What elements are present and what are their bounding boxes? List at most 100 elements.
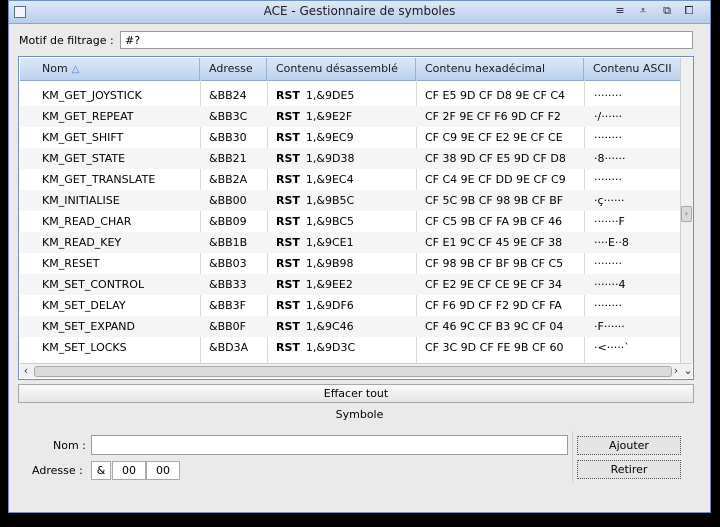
cell-hex: CF 3C 9D CF FE 9B CF 60 <box>425 341 564 354</box>
cell-opcode: RST <box>276 131 300 144</box>
table-row[interactable]: KM_GET_JOYSTICK &BB24 RST 1,&9DE5 CF E5 9D C… <box>20 85 682 106</box>
cell-ascii: ·······4 <box>594 278 626 291</box>
table-row[interactable]: KM_RESET &BB03 RST 1,&9B98 CF 98 9B CF BF 9B… <box>20 253 682 274</box>
cell-opcode: RST <box>276 89 300 102</box>
table-row[interactable]: KM_SET_EXPAND &BB0F RST 1,&9C46 CF 46 9C CF … <box>20 316 682 337</box>
cell-address: &BB3C <box>209 110 248 123</box>
cell-hex: CF E5 9D CF D8 9E CF C4 <box>425 89 566 102</box>
cell-disassembly: RST 1,&9CE1 <box>276 232 414 253</box>
symbol-manager-window: ACE - Gestionnaire de symboles ≡ ⩡ ⧉ ⧠ M… <box>8 0 711 513</box>
address-low-byte-input[interactable]: 00 <box>146 461 180 480</box>
cell-address: &BB0F <box>209 320 246 333</box>
clear-all-button[interactable]: Effacer tout <box>18 384 694 403</box>
table-row[interactable]: KM_GET_REPEAT &BB3C RST 1,&9E2F CF 2F 9E CF … <box>20 106 682 127</box>
scroll-down-icon[interactable]: ⌄ <box>682 364 693 378</box>
divider <box>572 431 573 483</box>
cell-operand: 1,&9B5C <box>305 194 355 207</box>
address-prefix: & <box>91 461 111 480</box>
name-input[interactable] <box>91 435 568 455</box>
vertical-scroll-thumb[interactable]: › <box>681 206 692 222</box>
cell-hex: CF C5 9B CF FA 9B CF 46 <box>425 215 563 228</box>
cell-operand: 1,&9E2F <box>305 110 353 123</box>
cell-opcode: RST <box>276 236 300 249</box>
cell-name: KM_GET_JOYSTICK <box>42 89 142 102</box>
table-row[interactable]: KM_GET_TRANSLATE &BB2A RST 1,&9EC4 CF C4 9E … <box>20 169 682 190</box>
cell-ascii: ········ <box>594 173 622 186</box>
cell-name: KM_GET_STATE <box>42 152 126 165</box>
cell-address: &BB1B <box>209 236 248 249</box>
table-row[interactable]: KM_SET_CONTROL &BB33 RST 1,&9EE2 CF E2 9E CF… <box>20 274 682 295</box>
cell-disassembly: RST 1,&9DE5 <box>276 85 414 106</box>
filter-input[interactable] <box>120 31 693 49</box>
horizontal-scrollbar[interactable]: ‹ › ⌄ <box>20 363 693 378</box>
horizontal-scroll-thumb[interactable] <box>34 366 672 377</box>
column-header-name[interactable]: Nom △ <box>20 58 200 80</box>
cell-operand: 1,&9D3C <box>305 341 356 354</box>
maximize-icon[interactable]: ⧠ <box>682 4 696 18</box>
table-row[interactable]: KM_SET_LOCKS &BD3A RST 1,&9D3C CF 3C 9D CF F… <box>20 337 682 358</box>
cell-name: KM_GET_TRANSLATE <box>42 173 156 186</box>
table-row[interactable]: KM_READ_KEY &BB1B RST 1,&9CE1 CF E1 9C CF 45… <box>20 232 682 253</box>
cell-hex: CF 2F 9E CF F6 9D CF F2 <box>425 110 561 123</box>
cell-operand: 1,&9EC9 <box>305 131 354 144</box>
table-row[interactable]: KM_SET_DELAY &BB3F RST 1,&9DF6 CF F6 9D CF F… <box>20 295 682 316</box>
column-header-disassembly[interactable]: Contenu désassemblé <box>267 58 416 80</box>
add-button[interactable]: Ajouter <box>577 436 681 455</box>
cell-hex: CF E1 9C CF 45 9E CF 38 <box>425 236 563 249</box>
cell-disassembly: RST 1,&9BC5 <box>276 211 414 232</box>
cell-operand: 1,&9DE5 <box>305 89 355 102</box>
cell-name: KM_SET_CONTROL <box>42 278 145 291</box>
cell-operand: 1,&9B98 <box>305 257 354 270</box>
cell-address: &BB3F <box>209 299 246 312</box>
table-row[interactable]: KM_READ_CHAR &BB09 RST 1,&9BC5 CF C5 9B CF F… <box>20 211 682 232</box>
menu-icon[interactable]: ≡ <box>613 4 627 18</box>
cell-operand: 1,&9C46 <box>305 320 354 333</box>
cell-address: &BD3A <box>209 341 249 354</box>
table-row[interactable]: KM_INITIALISE &BB00 RST 1,&9B5C CF 5C 9B CF … <box>20 190 682 211</box>
cell-ascii: ·······F <box>594 215 625 228</box>
symbol-table[interactable]: Nom △ Adresse Contenu désassemblé Contenu… <box>18 56 694 380</box>
cell-opcode: RST <box>276 194 300 207</box>
cell-opcode: RST <box>276 320 300 333</box>
column-header-name-label: Nom <box>42 62 68 75</box>
minimize-icon[interactable]: ⩡ <box>636 4 650 18</box>
vertical-scrollbar[interactable]: › <box>680 58 693 363</box>
sort-ascending-icon: △ <box>71 64 80 75</box>
cell-ascii: ·F······ <box>594 320 625 333</box>
column-header-ascii[interactable]: Contenu ASCII <box>584 58 682 80</box>
cell-address: &BB33 <box>209 278 247 291</box>
cell-disassembly: RST 1,&9C46 <box>276 316 414 337</box>
restore-icon[interactable]: ⧉ <box>660 4 674 18</box>
cell-name: KM_READ_KEY <box>42 236 122 249</box>
cell-ascii: ········ <box>594 257 622 270</box>
cell-address: &BB09 <box>209 215 247 228</box>
table-header: Nom △ Adresse Contenu désassemblé Contenu… <box>20 58 682 81</box>
scroll-right-icon[interactable]: › <box>670 364 682 378</box>
cell-name: KM_GET_SHIFT <box>42 131 124 144</box>
cell-hex: CF 46 9C CF B3 9C CF 04 <box>425 320 564 333</box>
cell-operand: 1,&9DF6 <box>305 299 354 312</box>
cell-disassembly: RST 1,&9B5C <box>276 190 414 211</box>
cell-opcode: RST <box>276 257 300 270</box>
cell-name: KM_SET_EXPAND <box>42 320 135 333</box>
cell-disassembly: RST 1,&9E2F <box>276 106 414 127</box>
cell-disassembly: RST 1,&9D38 <box>276 148 414 169</box>
filter-label: Motif de filtrage : <box>19 34 114 47</box>
table-row[interactable]: KM_GET_STATE &BB21 RST 1,&9D38 CF 38 9D CF E… <box>20 148 682 169</box>
table-body: KM_GET_JOYSTICK &BB24 RST 1,&9DE5 CF E5 9D C… <box>20 85 682 358</box>
cell-ascii: ········ <box>594 131 622 144</box>
scroll-left-icon[interactable]: ‹ <box>20 364 32 378</box>
cell-opcode: RST <box>276 110 300 123</box>
cell-name: KM_READ_CHAR <box>42 215 132 228</box>
title-bar[interactable]: ACE - Gestionnaire de symboles ≡ ⩡ ⧉ ⧠ <box>9 1 710 24</box>
remove-button[interactable]: Retirer <box>577 460 681 479</box>
cell-operand: 1,&9CE1 <box>305 236 354 249</box>
cell-name: KM_INITIALISE <box>42 194 120 207</box>
cell-ascii: ····E··8 <box>594 236 629 249</box>
address-high-byte-input[interactable]: 00 <box>112 461 146 480</box>
table-row[interactable]: KM_GET_SHIFT &BB30 RST 1,&9EC9 CF C9 9E CF E… <box>20 127 682 148</box>
cell-opcode: RST <box>276 173 300 186</box>
cell-hex: CF E2 9E CF CE 9E CF 34 <box>425 278 562 291</box>
column-header-address[interactable]: Adresse <box>200 58 267 80</box>
column-header-hex[interactable]: Contenu hexadécimal <box>416 58 584 80</box>
